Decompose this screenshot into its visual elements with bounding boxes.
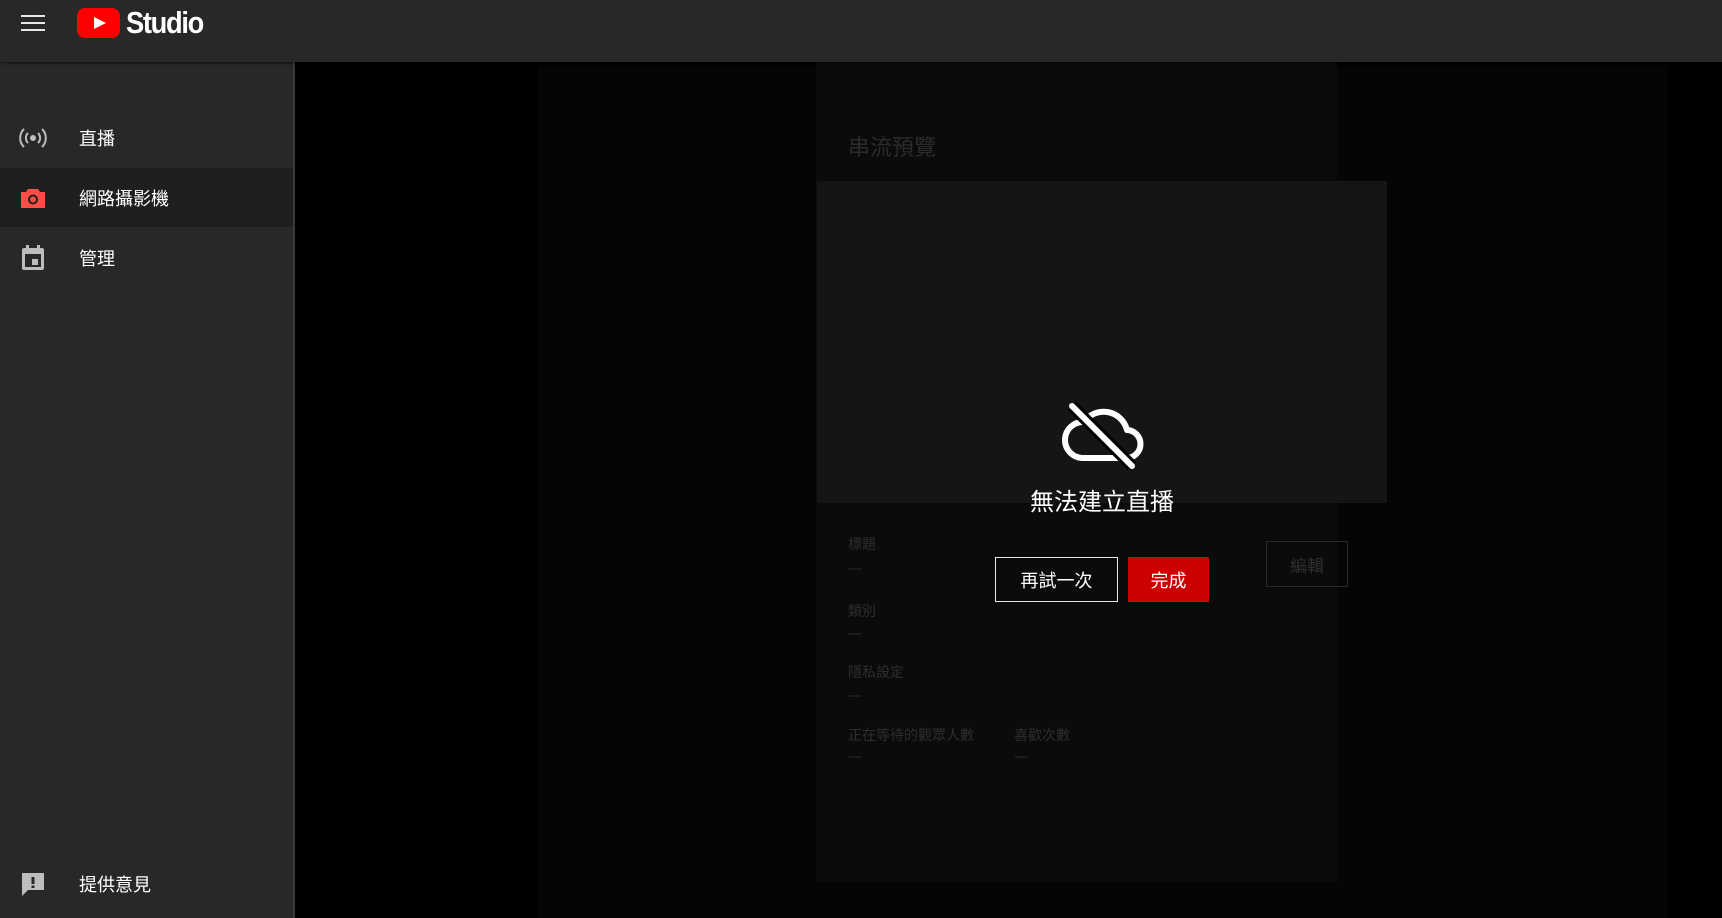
privacy-label: 隱私設定 — [848, 665, 904, 681]
title-label: 標題 — [848, 537, 876, 553]
panel-title: 串流預覽 — [848, 136, 937, 161]
calendar-icon — [22, 244, 44, 270]
category-value: — — [848, 626, 862, 642]
youtube-play-icon — [77, 8, 120, 38]
waiting-viewers-label: 正在等待的觀眾人數 — [848, 728, 974, 744]
likes-value: — — [1014, 749, 1028, 765]
privacy-value: — — [848, 688, 862, 704]
done-button[interactable]: 完成 — [1128, 557, 1209, 602]
edit-button[interactable]: 編輯 — [1266, 541, 1348, 587]
category-label: 類別 — [848, 604, 876, 620]
title-value: — — [848, 561, 862, 577]
feedback-button[interactable]: 提供意見 — [0, 854, 293, 913]
error-message: 無法建立直播 — [1030, 488, 1174, 516]
sidebar-item-label: 管理 — [79, 248, 115, 270]
likes-label: 喜歡次數 — [1014, 728, 1070, 744]
sidebar: 直播 網路攝影機 管理 提供意見 — [0, 62, 295, 918]
live-broadcast-icon — [19, 127, 47, 148]
waiting-viewers-value: — — [848, 749, 862, 765]
feedback-icon — [22, 872, 44, 896]
sidebar-item-webcam[interactable]: 網路攝影機 — [0, 168, 293, 227]
sidebar-item-label: 網路攝影機 — [79, 188, 169, 210]
sidebar-item-label: 直播 — [79, 128, 115, 150]
sidebar-item-manage[interactable]: 管理 — [0, 228, 293, 287]
camera-icon — [21, 188, 45, 208]
sidebar-item-live[interactable]: 直播 — [0, 108, 293, 167]
retry-button[interactable]: 再試一次 — [995, 557, 1118, 602]
youtube-studio-logo[interactable]: Studio — [77, 5, 213, 40]
hamburger-menu-icon[interactable] — [19, 12, 47, 34]
logo-text: Studio — [126, 5, 204, 40]
cloud-off-icon — [1061, 401, 1144, 470]
top-bar: Studio — [0, 0, 1722, 62]
sidebar-item-label: 提供意見 — [79, 874, 151, 896]
